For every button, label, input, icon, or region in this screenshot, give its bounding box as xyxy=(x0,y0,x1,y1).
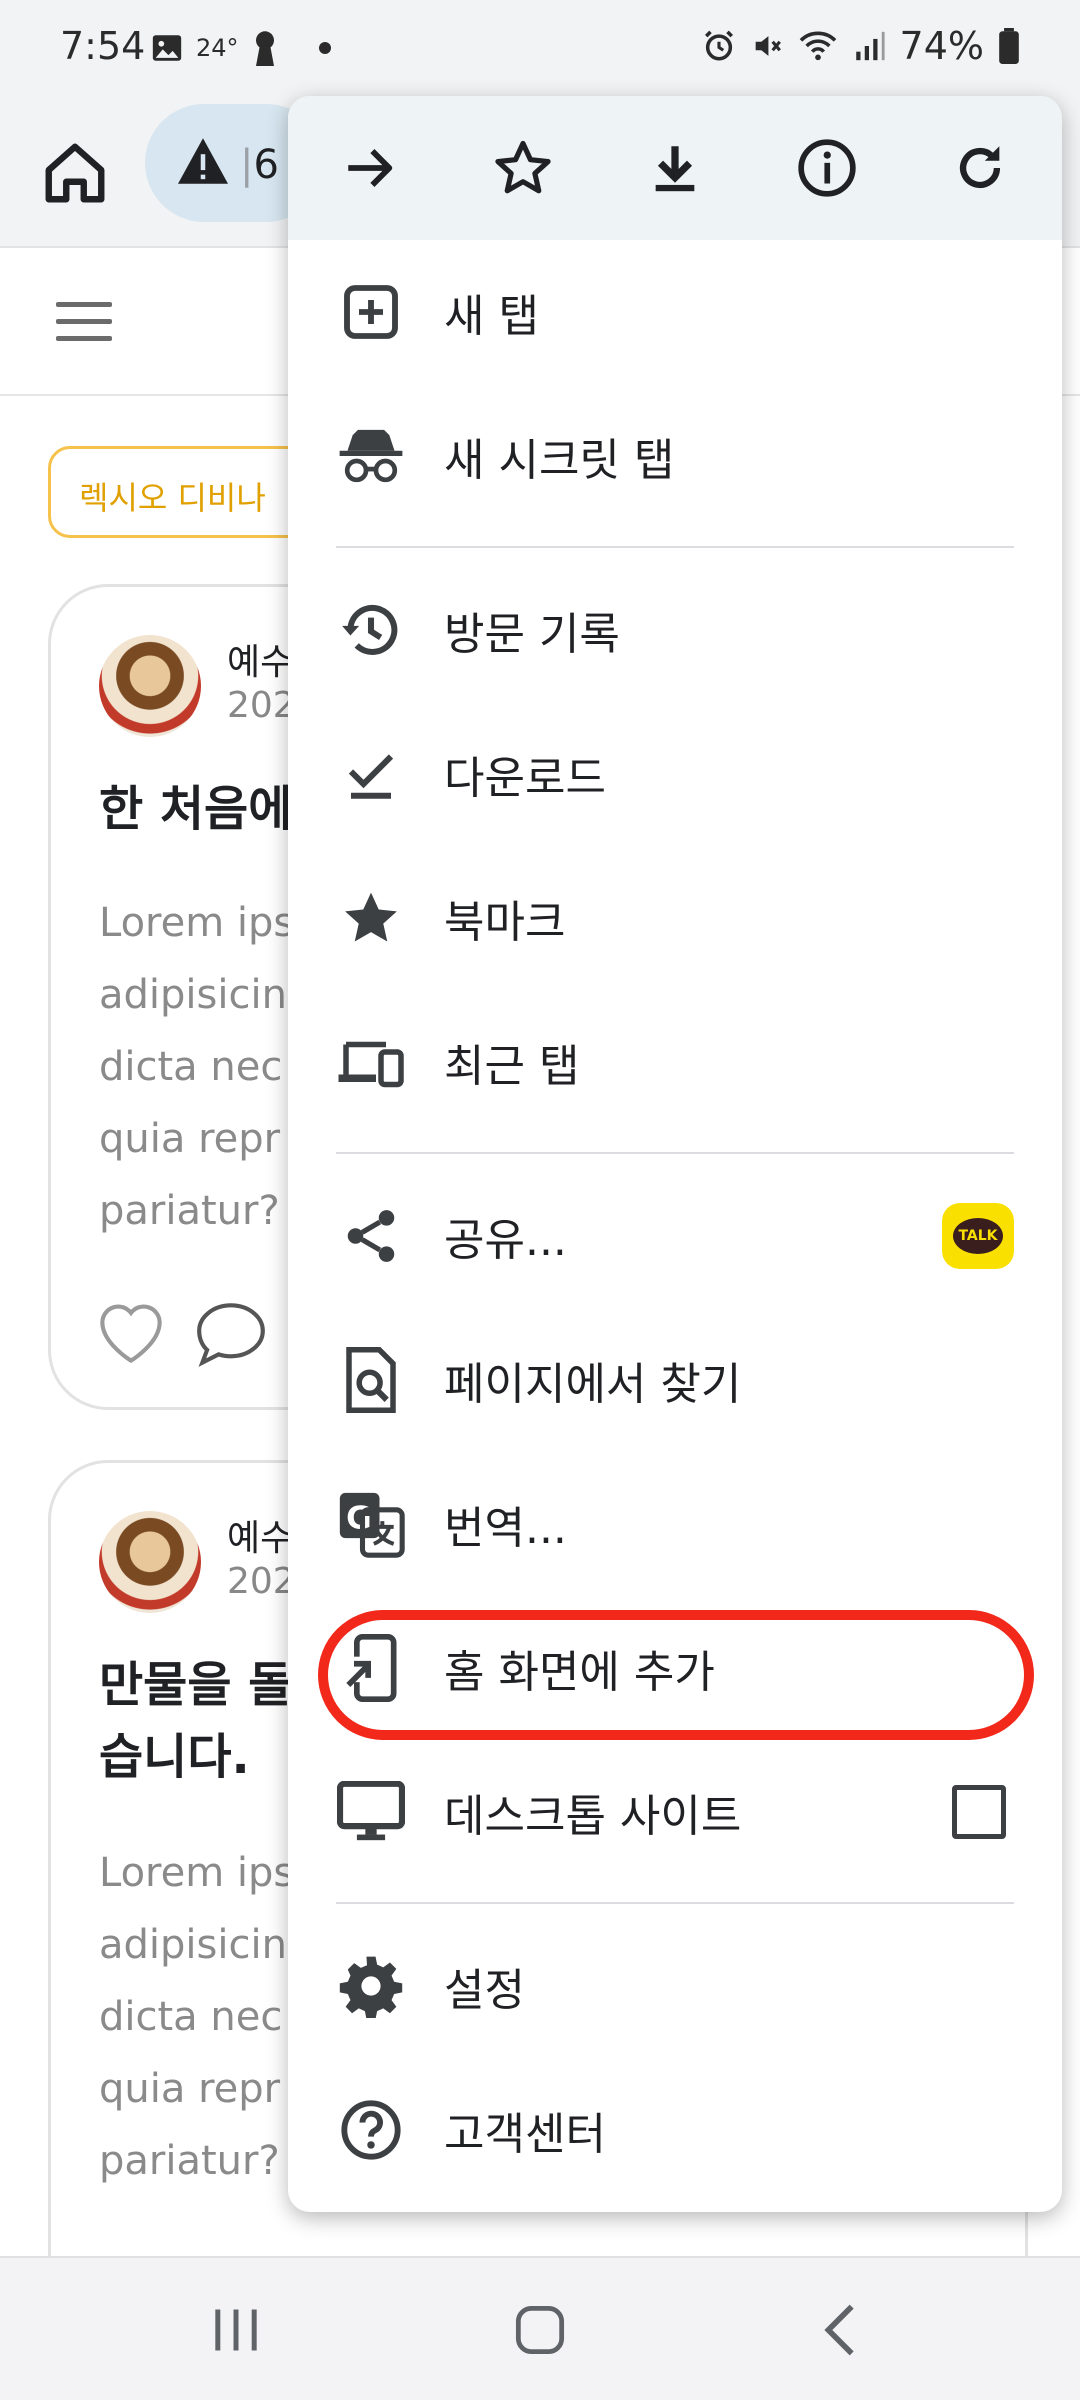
bookmarks-star-icon xyxy=(336,883,406,953)
status-time: 7:54 xyxy=(60,24,146,68)
menu-item-history[interactable]: 방문 기록 xyxy=(288,558,1062,702)
desktop-site-checkbox[interactable] xyxy=(952,1785,1006,1839)
incognito-icon xyxy=(336,421,406,491)
svg-text:G: G xyxy=(346,1500,372,1536)
forward-button[interactable] xyxy=(320,118,420,218)
alarm-icon xyxy=(704,30,733,61)
menu-item-label: 공유... xyxy=(444,1215,567,1266)
menu-divider xyxy=(336,1902,1014,1904)
post-author: 예수 xyxy=(227,642,294,683)
browser-overflow-menu: 새 탭 새 시크릿 탭 방문 기록 다운로드 북마크 최근 탭 공유... TA… xyxy=(288,96,1062,2212)
warning-icon[interactable] xyxy=(175,136,231,186)
status-right-icons: 74% xyxy=(702,24,1020,68)
bookmark-star-icon xyxy=(494,140,551,194)
mute-icon xyxy=(755,36,781,56)
like-heart-icon[interactable] xyxy=(91,1297,171,1367)
translate-icon: G xyxy=(336,1489,406,1559)
download-icon xyxy=(655,146,695,192)
bookmark-button[interactable] xyxy=(473,118,573,218)
url-partial: 6 xyxy=(253,142,279,188)
refresh-icon xyxy=(959,146,1000,189)
comment-icon[interactable] xyxy=(191,1299,271,1369)
highlight-annotation xyxy=(318,1610,1034,1740)
post-title-line: 만물을 돌 xyxy=(99,1657,293,1713)
history-icon xyxy=(336,595,406,665)
keyhole-icon xyxy=(255,31,274,66)
status-temperature: 24° xyxy=(196,34,239,62)
refresh-button[interactable] xyxy=(930,118,1030,218)
url-text: |6 xyxy=(240,142,279,188)
help-icon xyxy=(336,2095,406,2165)
recent-apps-icon xyxy=(215,2309,257,2351)
status-bar: 7:54 24° 74% xyxy=(0,0,1080,100)
menu-item-label: 설정 xyxy=(444,1965,525,2016)
author-avatar xyxy=(99,635,201,737)
wifi-icon xyxy=(799,31,836,61)
menu-item-settings[interactable]: 설정 xyxy=(288,1914,1062,2058)
menu-item-label: 새 시크릿 탭 xyxy=(444,435,675,486)
share-icon xyxy=(336,1201,406,1271)
menu-item-bookmarks[interactable]: 북마크 xyxy=(288,846,1062,990)
notification-dot-icon xyxy=(318,42,331,54)
menu-item-label: 번역... xyxy=(444,1503,567,1554)
menu-divider xyxy=(336,546,1014,548)
post-author: 예수 xyxy=(227,1518,294,1559)
battery-icon xyxy=(999,28,1019,64)
post-title: 한 처음에 xyxy=(99,781,293,837)
kakaotalk-share-icon[interactable]: TALK xyxy=(942,1203,1014,1269)
menu-item-label: 북마크 xyxy=(444,897,566,948)
new-tab-icon xyxy=(336,277,406,347)
home-nav-button[interactable] xyxy=(500,2298,580,2362)
menu-item-recent-tabs[interactable]: 최근 탭 xyxy=(288,990,1062,1134)
battery-percent: 74% xyxy=(899,24,984,68)
desktop-icon xyxy=(336,1777,406,1847)
menu-item-label: 다운로드 xyxy=(444,753,606,804)
signal-icon xyxy=(855,31,885,61)
menu-item-help[interactable]: 고객센터 xyxy=(288,2058,1062,2202)
menu-item-label: 최근 탭 xyxy=(444,1041,580,1092)
author-avatar xyxy=(99,1511,201,1613)
menu-item-label: 방문 기록 xyxy=(444,609,620,660)
page-info-button[interactable] xyxy=(777,118,877,218)
back-icon xyxy=(824,2304,854,2356)
download-button[interactable] xyxy=(625,118,725,218)
recent-tabs-icon xyxy=(336,1027,406,1097)
gallery-icon xyxy=(152,35,182,61)
post-date: 202 xyxy=(227,685,296,726)
downloads-icon xyxy=(336,739,406,809)
menu-item-find-in-page[interactable]: 페이지에서 찾기 xyxy=(288,1308,1062,1452)
menu-item-new-incognito-tab[interactable]: 새 시크릿 탭 xyxy=(288,384,1062,528)
status-left-icons: 24° xyxy=(150,30,331,66)
home-icon[interactable] xyxy=(40,138,110,208)
post-date: 202 xyxy=(227,1561,296,1602)
menu-action-row xyxy=(288,96,1062,240)
back-nav-button[interactable] xyxy=(800,2298,880,2362)
info-icon xyxy=(798,139,857,197)
menu-item-translate[interactable]: G 번역... xyxy=(288,1452,1062,1596)
menu-item-label: 데스크톱 사이트 xyxy=(444,1791,742,1842)
menu-item-desktop-site[interactable]: 데스크톱 사이트 xyxy=(288,1740,1062,1884)
menu-item-label: 새 탭 xyxy=(444,291,539,342)
settings-gear-icon xyxy=(336,1951,406,2021)
home-nav-icon xyxy=(515,2305,565,2355)
post-title: 만물을 돌 습니다. xyxy=(99,1649,292,1793)
menu-item-label: 고객센터 xyxy=(444,2109,606,2160)
menu-item-downloads[interactable]: 다운로드 xyxy=(288,702,1062,846)
recent-apps-button[interactable] xyxy=(196,2298,276,2362)
hamburger-menu-icon[interactable] xyxy=(56,302,112,342)
menu-item-label: 페이지에서 찾기 xyxy=(444,1359,742,1410)
forward-icon xyxy=(348,149,393,187)
menu-item-share[interactable]: 공유... TALK xyxy=(288,1164,1062,1308)
system-navigation-bar xyxy=(0,2256,1080,2400)
menu-item-new-tab[interactable]: 새 탭 xyxy=(288,240,1062,384)
post-title-line: 습니다. xyxy=(99,1729,250,1785)
menu-divider xyxy=(336,1152,1014,1154)
talk-badge-text: TALK xyxy=(953,1218,1003,1254)
find-in-page-icon xyxy=(336,1345,406,1415)
